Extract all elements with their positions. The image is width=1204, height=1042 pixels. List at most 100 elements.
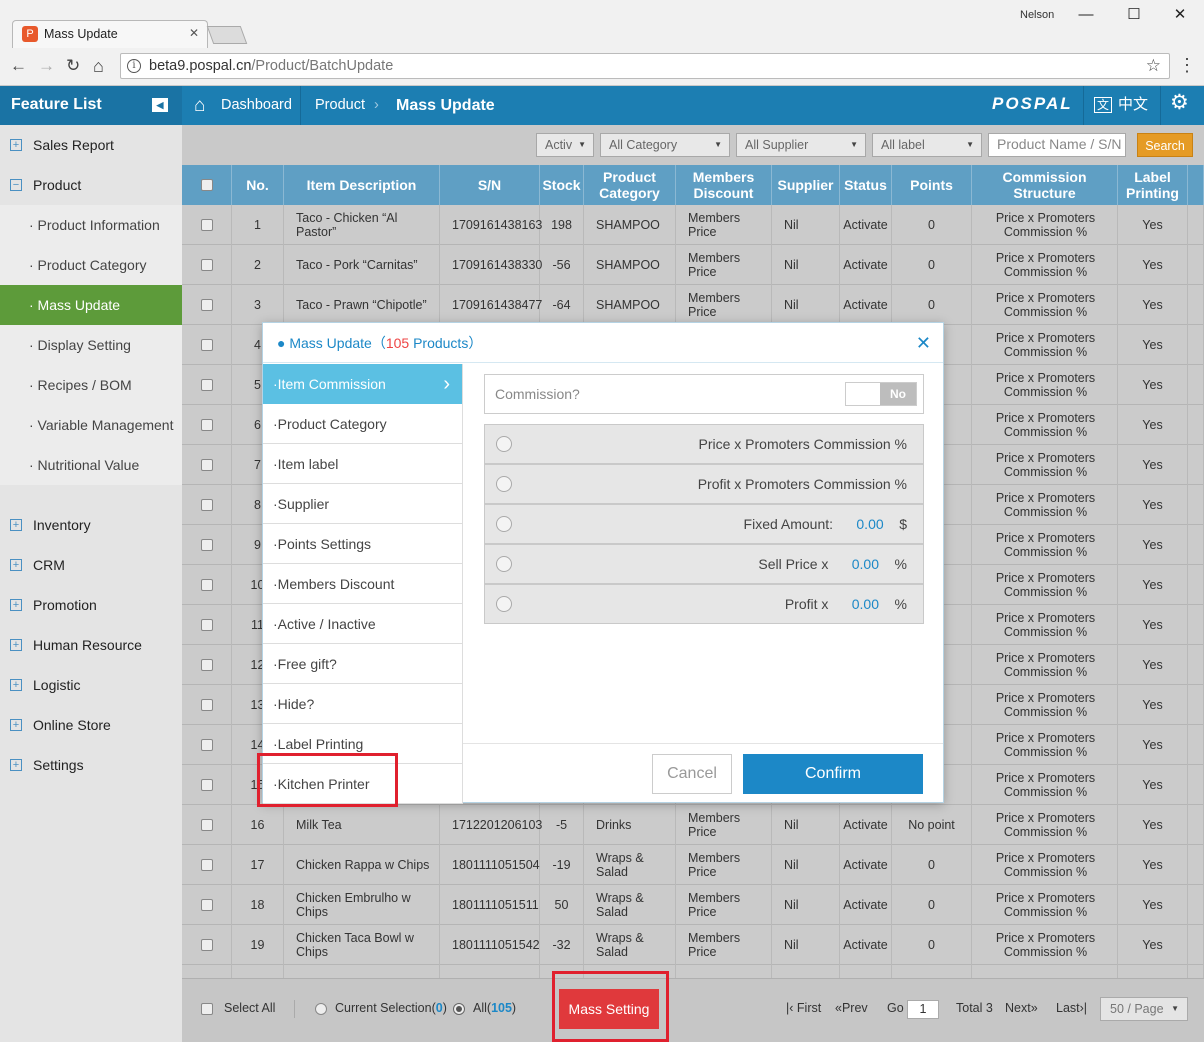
row-checkbox[interactable] bbox=[200, 419, 213, 431]
sidebar-item[interactable]: · Variable Management bbox=[0, 405, 182, 445]
table-row[interactable]: 3 Taco - Prawn “Chipotle” 1709161438477 -64… bbox=[182, 285, 1204, 325]
table-row[interactable]: 1 Taco - Chicken “Al Pastor” 1709161438163… bbox=[182, 205, 1204, 245]
sidebar-item[interactable]: + Settings bbox=[0, 745, 182, 785]
sidebar-item[interactable]: + Human Resource bbox=[0, 625, 182, 665]
gear-icon[interactable]: ⚙ bbox=[1170, 90, 1189, 115]
row-checkbox[interactable] bbox=[200, 539, 213, 551]
checkbox[interactable] bbox=[200, 179, 213, 191]
table-row[interactable]: 2 Taco - Pork “Carnitas” 1709161438330 -56 S… bbox=[182, 245, 1204, 285]
sidebar-item[interactable]: + Sales Report bbox=[0, 125, 182, 165]
dialog-menu-item[interactable]: ·Free gift? bbox=[263, 644, 463, 684]
table-row[interactable]: 18 Chicken Embrulho w Chips 1801111051511 5… bbox=[182, 885, 1204, 925]
new-tab-button[interactable] bbox=[206, 26, 248, 44]
row-checkbox[interactable] bbox=[200, 699, 213, 711]
info-icon[interactable]: i bbox=[127, 59, 141, 73]
back-icon[interactable]: ← bbox=[10, 56, 27, 76]
sidebar-item[interactable]: + Promotion bbox=[0, 585, 182, 625]
row-checkbox[interactable] bbox=[200, 219, 213, 231]
row-checkbox[interactable] bbox=[200, 859, 213, 871]
sidebar-item[interactable]: − Product bbox=[0, 165, 182, 205]
select-all-checkbox[interactable] bbox=[201, 1003, 213, 1015]
row-checkbox[interactable] bbox=[200, 779, 213, 791]
sidebar-item[interactable]: + Online Store bbox=[0, 705, 182, 745]
option-value-input[interactable]: 0.00 bbox=[856, 516, 883, 532]
supplier-filter[interactable]: All Supplier ▼ bbox=[736, 133, 866, 157]
all-label[interactable]: All(105) bbox=[473, 1001, 516, 1015]
next-page-link[interactable]: Next» bbox=[1005, 1001, 1038, 1015]
sidebar-item[interactable]: · Recipes / BOM bbox=[0, 365, 182, 405]
row-checkbox[interactable] bbox=[200, 819, 213, 831]
row-checkbox[interactable] bbox=[200, 459, 213, 471]
status-filter[interactable]: Activ ▼ bbox=[536, 133, 594, 157]
category-filter[interactable]: All Category ▼ bbox=[600, 133, 730, 157]
sidebar-item[interactable]: · Mass Update bbox=[0, 285, 182, 325]
last-page-link[interactable]: Last›| bbox=[1056, 1001, 1087, 1015]
row-checkbox[interactable] bbox=[200, 499, 213, 511]
commission-option[interactable]: Fixed Amount: 0.00 $ bbox=[484, 504, 924, 544]
row-checkbox[interactable] bbox=[200, 739, 213, 751]
option-radio[interactable] bbox=[496, 596, 512, 612]
search-button[interactable]: Search bbox=[1137, 133, 1193, 157]
sidebar-item[interactable]: · Product Category bbox=[0, 245, 182, 285]
sidebar-item[interactable]: + CRM bbox=[0, 545, 182, 585]
current-selection-radio[interactable] bbox=[315, 1003, 327, 1015]
dialog-menu-item[interactable]: ·Product Category bbox=[263, 404, 463, 444]
dialog-menu-item[interactable]: ·Hide? bbox=[263, 684, 463, 724]
table-row[interactable]: 19 Chicken Taca Bowl w Chips 1801111051542… bbox=[182, 925, 1204, 965]
row-checkbox[interactable] bbox=[200, 299, 213, 311]
collapse-sidebar-icon[interactable]: ◀ bbox=[152, 98, 168, 112]
row-checkbox[interactable] bbox=[200, 379, 213, 391]
reload-icon[interactable]: ↻ bbox=[66, 56, 80, 76]
expand-icon[interactable]: + bbox=[10, 679, 22, 691]
search-input[interactable]: Product Name / S/N bbox=[988, 133, 1126, 157]
row-checkbox[interactable] bbox=[200, 659, 213, 671]
row-checkbox[interactable] bbox=[200, 939, 213, 951]
bookmark-star-icon[interactable]: ☆ bbox=[1146, 56, 1161, 76]
sidebar-item[interactable]: · Display Setting bbox=[0, 325, 182, 365]
option-value-input[interactable]: 0.00 bbox=[852, 556, 879, 572]
current-selection-label[interactable]: Current Selection(0) bbox=[335, 1001, 447, 1015]
expand-icon[interactable]: + bbox=[10, 519, 22, 531]
option-radio[interactable] bbox=[496, 436, 512, 452]
first-page-link[interactable]: |‹ First bbox=[786, 1001, 821, 1015]
option-radio[interactable] bbox=[496, 476, 512, 492]
commission-option[interactable]: Profit x 0.00 % bbox=[484, 584, 924, 624]
language-switch[interactable]: 文中文 bbox=[1094, 93, 1148, 114]
all-radio[interactable] bbox=[453, 1003, 465, 1015]
option-radio[interactable] bbox=[496, 516, 512, 532]
prev-page-link[interactable]: «Prev bbox=[835, 1001, 868, 1015]
page-input[interactable]: 1 bbox=[907, 1000, 939, 1019]
expand-icon[interactable]: + bbox=[10, 759, 22, 771]
row-checkbox[interactable] bbox=[200, 259, 213, 271]
home-outline-icon[interactable]: ⌂ bbox=[194, 86, 205, 125]
breadcrumb-dashboard[interactable]: Dashboard bbox=[221, 86, 292, 125]
confirm-button[interactable]: Confirm bbox=[743, 754, 923, 794]
breadcrumb-product[interactable]: Product bbox=[315, 86, 365, 125]
expand-icon[interactable]: + bbox=[10, 139, 22, 151]
per-page-select[interactable]: 50 / Page ▼ bbox=[1100, 997, 1188, 1021]
commission-option[interactable]: Sell Price x 0.00 % bbox=[484, 544, 924, 584]
sidebar-item[interactable]: · Nutritional Value bbox=[0, 445, 182, 485]
label-filter[interactable]: All label ▼ bbox=[872, 133, 982, 157]
dialog-menu-item[interactable]: ·Active / Inactive bbox=[263, 604, 463, 644]
option-radio[interactable] bbox=[496, 556, 512, 572]
dialog-menu-item[interactable]: ·Item Commission › bbox=[263, 364, 463, 404]
row-checkbox[interactable] bbox=[200, 579, 213, 591]
row-checkbox[interactable] bbox=[200, 339, 213, 351]
browser-menu-icon[interactable]: ⋮ bbox=[1178, 55, 1196, 76]
expand-icon[interactable]: + bbox=[10, 599, 22, 611]
header-select-checkbox[interactable] bbox=[182, 165, 232, 205]
close-icon[interactable]: ✕ bbox=[916, 333, 931, 354]
sidebar-item[interactable]: + Inventory bbox=[0, 505, 182, 545]
row-checkbox[interactable] bbox=[200, 619, 213, 631]
collapse-icon[interactable]: − bbox=[10, 179, 22, 191]
commission-option[interactable]: Price x Promoters Commission % bbox=[484, 424, 924, 464]
browser-user[interactable]: Nelson bbox=[1020, 9, 1054, 21]
commission-option[interactable]: Profit x Promoters Commission % bbox=[484, 464, 924, 504]
table-row[interactable]: 16 Milk Tea 1712201206103 -5 Drinks Members P… bbox=[182, 805, 1204, 845]
table-row[interactable]: 17 Chicken Rappa w Chips 1801111051504 -19 W… bbox=[182, 845, 1204, 885]
forward-icon[interactable]: → bbox=[38, 56, 55, 76]
option-value-input[interactable]: 0.00 bbox=[852, 596, 879, 612]
cancel-button[interactable]: Cancel bbox=[652, 754, 732, 794]
select-all-label[interactable]: Select All bbox=[224, 1001, 275, 1015]
